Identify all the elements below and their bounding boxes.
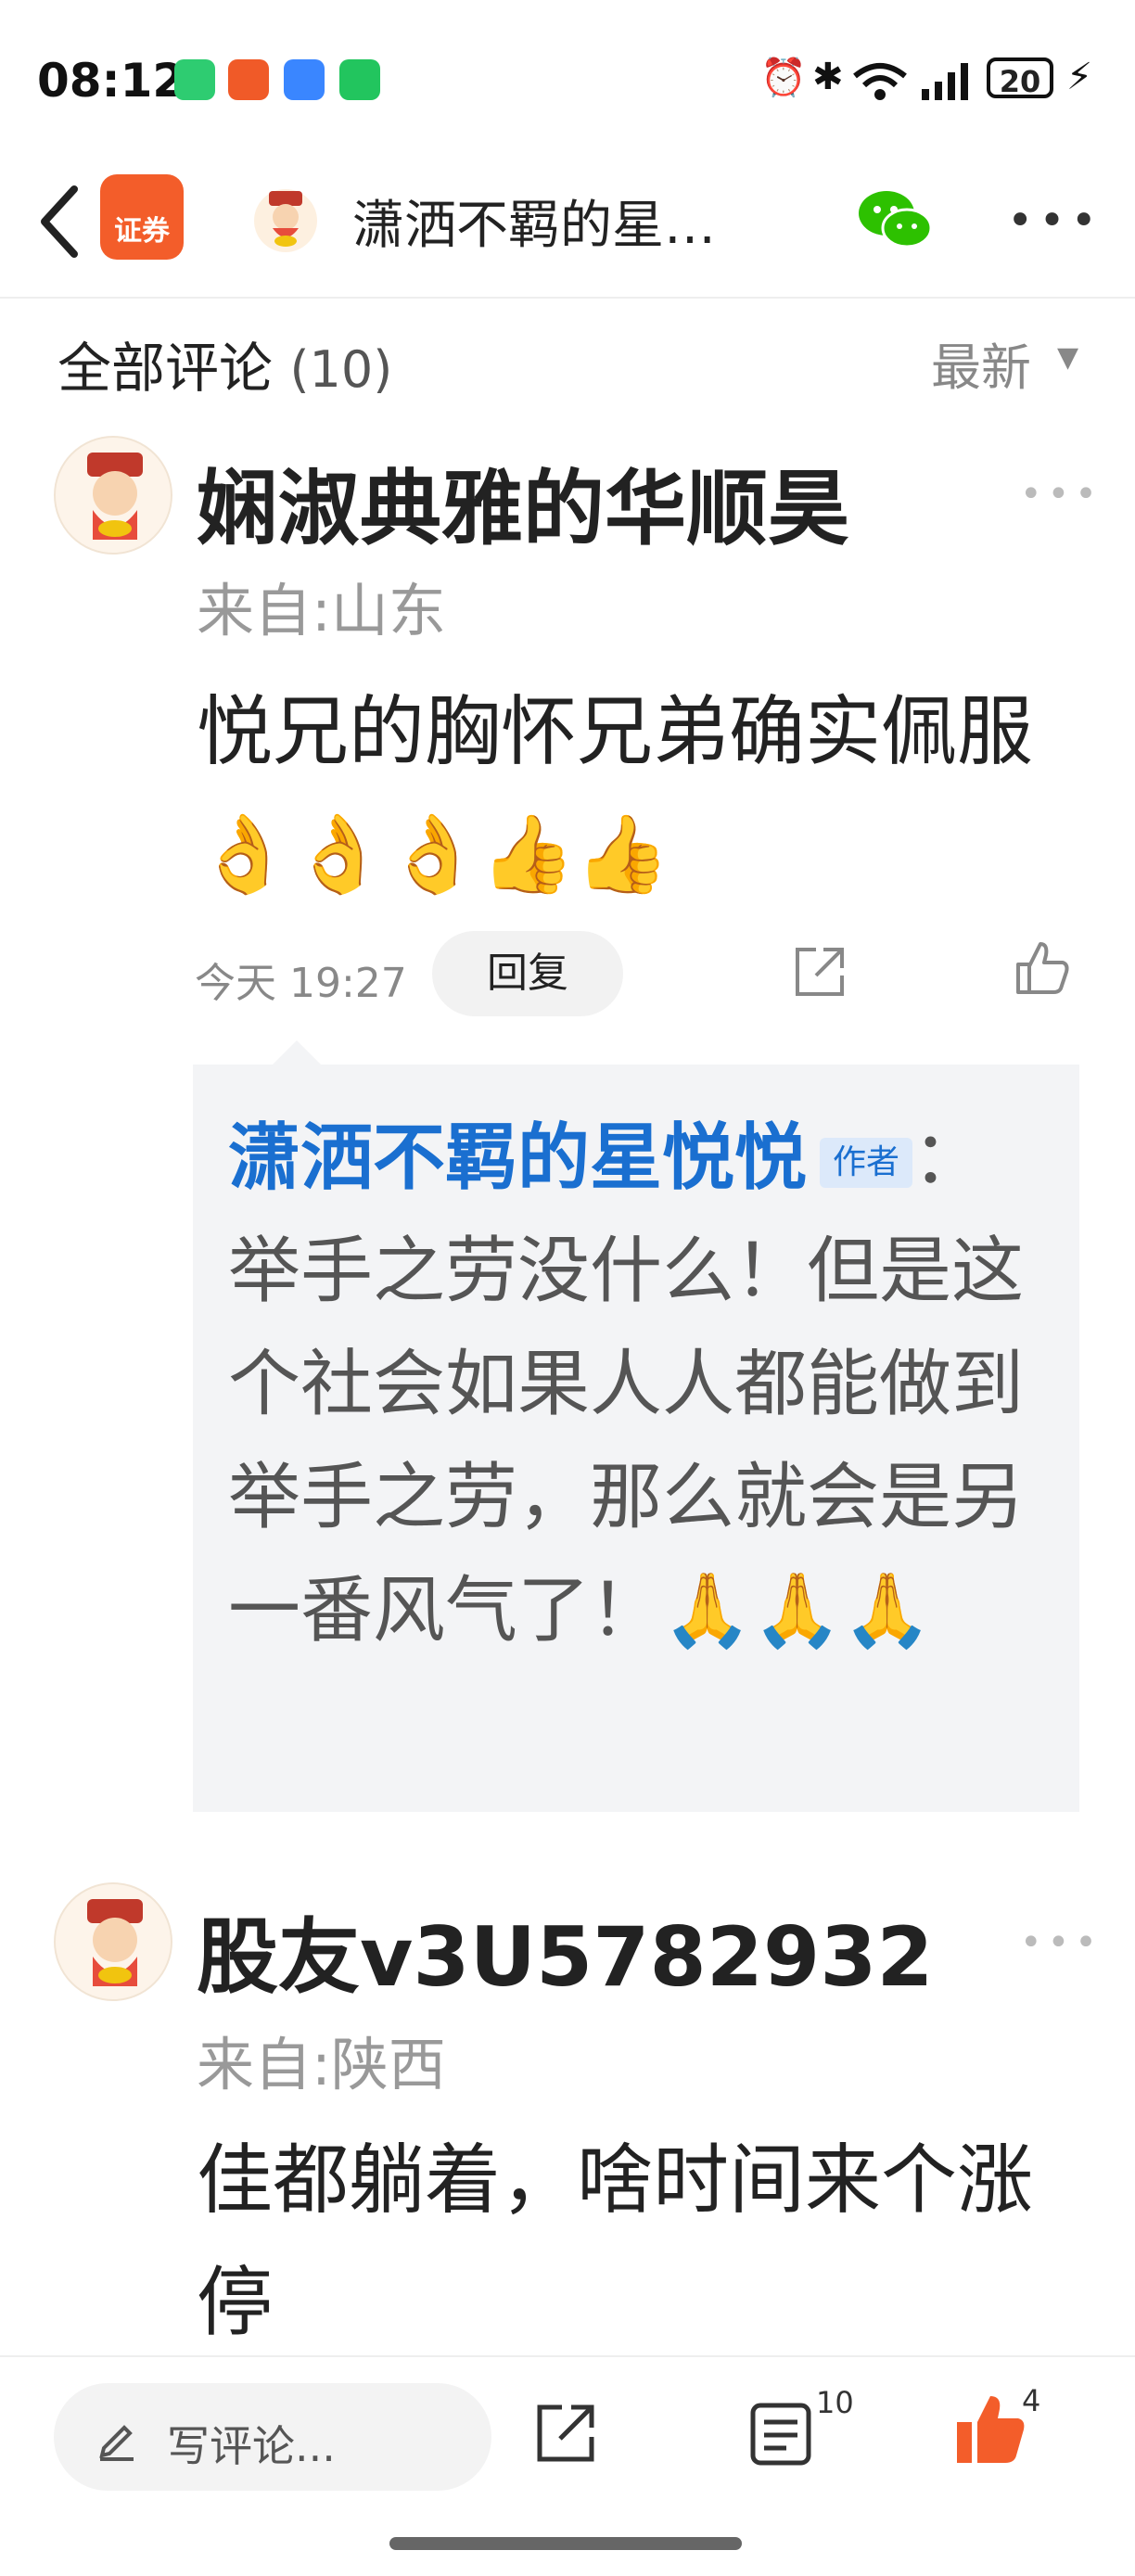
comment-timestamp: 今天 19:27 [195,960,407,1007]
comments-count-badge: 10 [816,2385,854,2420]
author-badge: 作者 [820,1137,913,1188]
comment-location: 来自:山东 [197,577,446,644]
like-count-badge: 4 [1022,2383,1041,2418]
avatar[interactable] [54,436,172,555]
sort-dropdown[interactable]: 最新 [931,326,1031,400]
status-time: 08:12 [37,54,185,108]
battery-indicator: 20 [987,57,1053,99]
reply-text: 举手之劳没什么！但是这个社会如果人人都能做到举手之劳，那么就会是另一番风气了！🙏… [228,1230,1025,1652]
reply-pointer [273,1040,321,1065]
alarm-icon: ⏰ [760,57,807,99]
charging-icon: ⚡ [1066,56,1093,98]
section-title-text: 全部评论 [57,337,274,400]
comment-username[interactable]: 股友v3U5782932 [197,1892,934,2009]
securities-app-logo[interactable]: 证券 [100,174,184,260]
signal-icon [922,63,968,100]
avatar[interactable] [54,1882,172,2001]
comment-count: (10) [289,340,393,399]
wechat-share-icon[interactable] [855,187,935,252]
app-logo-label: 证券 [114,215,170,248]
author-avatar[interactable] [250,184,321,254]
like-filled-icon[interactable] [953,2391,1027,2468]
comments-section-title: 全部评论 (10) [57,325,392,402]
bluetooth-icon: ✱ [812,56,844,98]
notification-message-icon [284,59,325,100]
pencil-icon [99,2425,134,2461]
more-options-icon[interactable]: ••• [1007,195,1103,247]
sort-caret-icon[interactable]: ▼ [1057,341,1078,374]
comments-icon[interactable] [747,2400,814,2468]
share-icon[interactable] [790,942,849,1001]
like-icon[interactable] [1013,938,1072,998]
comment-text: 佳都躺着，啥时间来个涨停 [197,2136,1034,2347]
author-reply: 潇洒不羁的星悦悦 作者 ： 举手之劳没什么！但是这个社会如果人人都能做到举手之劳，那么… [228,1102,1053,1667]
comment-location: 来自:陕西 [197,2031,446,2098]
back-arrow-icon[interactable] [33,180,89,263]
notification-app-icon [174,59,215,100]
notification-app-icon [228,59,269,100]
write-comment-input[interactable]: 写评论... [54,2383,491,2491]
comment-username[interactable]: 娴淑典雅的华顺昊 [197,443,849,561]
comment-menu-icon[interactable]: ••• [1020,473,1103,516]
notification-wechat-icon [339,59,380,100]
write-comment-placeholder: 写评论... [167,2421,336,2471]
wifi-icon [853,63,907,100]
page-title: 潇洒不羁的星… [352,196,716,256]
status-bar: 08:12 ⏰ ✱ 20 ⚡ [0,0,1135,148]
share-icon[interactable] [532,2400,599,2467]
reply-button[interactable]: 回复 [432,931,623,1016]
reply-colon: ： [912,1116,986,1200]
comment-text: 悦兄的胸怀兄弟确实佩服👌👌👌👍👍 [197,688,1034,899]
reply-author-name[interactable]: 潇洒不羁的星悦悦 [228,1116,807,1200]
nav-header: 证券 潇洒不羁的星… ••• [0,148,1135,299]
home-indicator[interactable] [389,2537,742,2550]
comment-menu-icon[interactable]: ••• [1020,1921,1103,1964]
